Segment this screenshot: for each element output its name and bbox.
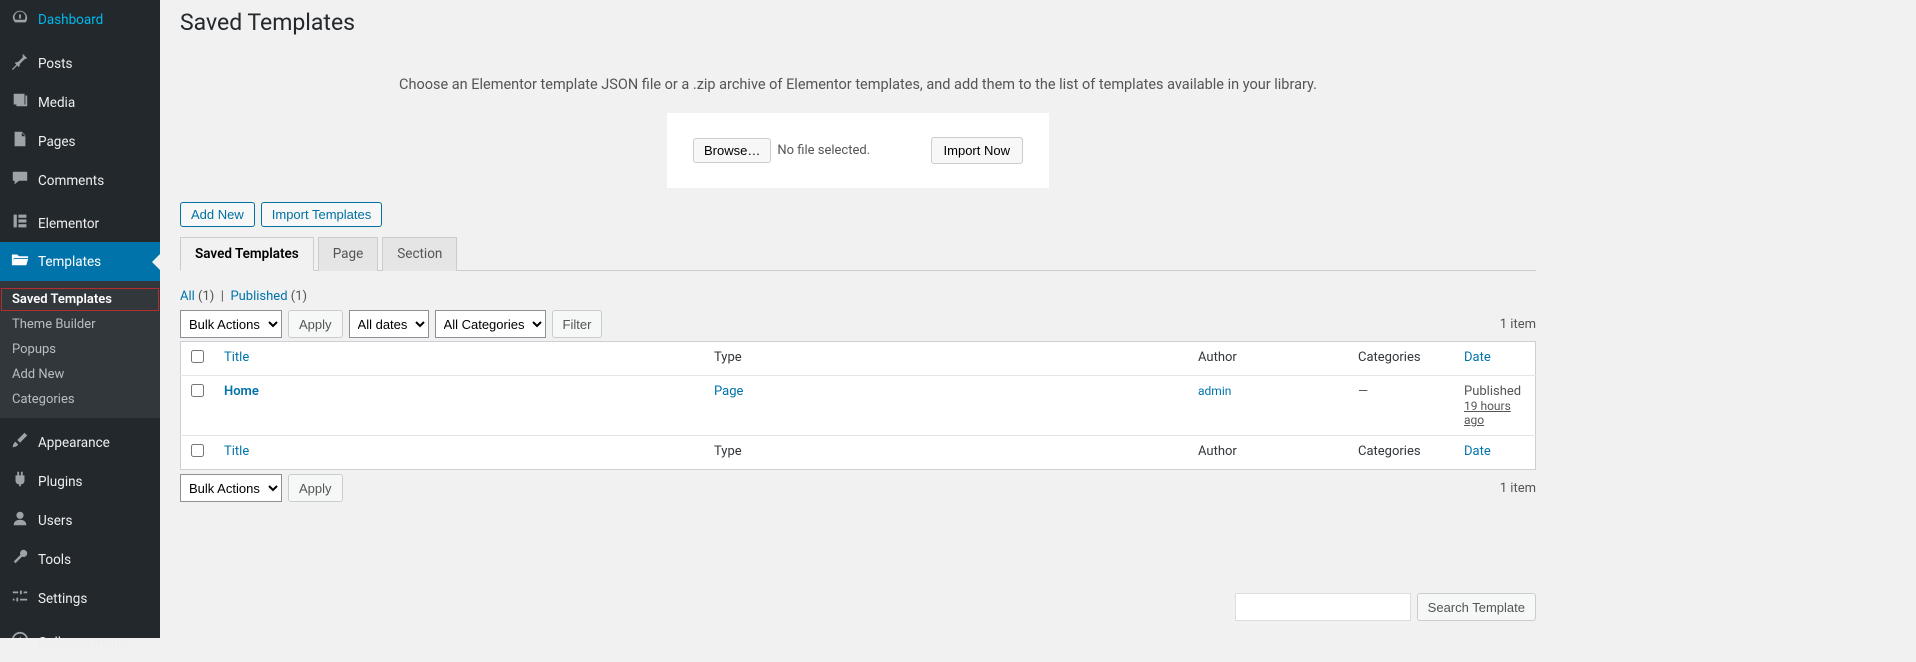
sidebar-label: Dashboard (38, 12, 103, 28)
submenu-popups[interactable]: Popups (0, 337, 160, 362)
templates-table: Title Type Author Categories Date Home P… (180, 341, 1536, 470)
filter-published-count: (1) (291, 289, 307, 304)
sidebar-label: Elementor (38, 216, 99, 232)
col-type-foot: Type (704, 436, 1188, 470)
tab-section[interactable]: Section (382, 237, 457, 271)
col-author: Author (1188, 342, 1348, 376)
item-count-bottom: 1 item (1500, 481, 1536, 496)
col-author-foot: Author (1188, 436, 1348, 470)
import-now-button[interactable]: Import Now (931, 137, 1023, 164)
main-content: Saved Templates Choose an Elementor temp… (160, 0, 1556, 638)
table-row: Home Page admin — Published 19 hours ago (181, 376, 1536, 436)
search-box: Search Template (1235, 593, 1536, 621)
sidebar-item-users[interactable]: Users (0, 501, 160, 540)
col-date[interactable]: Date (1454, 342, 1536, 376)
filter-sep: | (221, 289, 224, 304)
browse-button[interactable]: Browse… (693, 138, 771, 163)
submenu-theme-builder[interactable]: Theme Builder (0, 312, 160, 337)
filter-published[interactable]: Published (230, 289, 287, 304)
apply-button-top[interactable]: Apply (288, 310, 343, 338)
row-author-link[interactable]: admin (1198, 384, 1231, 398)
sidebar-label: Posts (38, 56, 72, 72)
apply-button-bottom[interactable]: Apply (288, 474, 343, 502)
item-count-top: 1 item (1500, 317, 1536, 332)
sidebar-item-settings[interactable]: Settings (0, 579, 160, 618)
tab-page[interactable]: Page (318, 237, 379, 271)
user-icon (10, 509, 30, 532)
sidebar-label: Plugins (38, 474, 83, 490)
col-title-foot[interactable]: Title (214, 436, 704, 470)
date-filter-select[interactable]: All dates (349, 310, 429, 338)
folder-open-icon (10, 250, 30, 273)
action-buttons: Add New Import Templates (180, 202, 1536, 227)
sidebar-submenu: Saved Templates Theme Builder Popups Add… (0, 281, 160, 418)
sidebar-label: Comments (38, 173, 104, 189)
col-categories: Categories (1348, 342, 1454, 376)
col-date-foot[interactable]: Date (1454, 436, 1536, 470)
submenu-saved-templates[interactable]: Saved Templates (0, 287, 160, 312)
page-icon (10, 130, 30, 153)
row-checkbox[interactable] (191, 384, 204, 397)
sidebar-label: Templates (38, 254, 101, 270)
submenu-add-new[interactable]: Add New (0, 362, 160, 387)
sidebar-item-tools[interactable]: Tools (0, 540, 160, 579)
sidebar-label: Pages (38, 134, 76, 150)
media-icon (10, 91, 30, 114)
tab-saved-templates[interactable]: Saved Templates (180, 237, 314, 271)
add-new-button[interactable]: Add New (180, 202, 255, 227)
bulk-actions-select-bottom[interactable]: Bulk Actions (180, 474, 282, 502)
sidebar-label: Tools (38, 552, 71, 568)
admin-sidebar: Dashboard Posts Media Pages Comments Ele… (0, 0, 160, 638)
sidebar-label: Users (38, 513, 72, 529)
import-description: Choose an Elementor template JSON file o… (180, 76, 1536, 93)
sidebar-item-templates[interactable]: Templates (0, 242, 160, 281)
row-type-link[interactable]: Page (714, 384, 743, 399)
submenu-categories[interactable]: Categories (0, 387, 160, 412)
search-button[interactable]: Search Template (1417, 593, 1536, 621)
row-date-relative: 19 hours ago (1464, 399, 1525, 427)
sliders-icon (10, 587, 30, 610)
page-title: Saved Templates (180, 0, 1536, 40)
import-templates-button[interactable]: Import Templates (261, 202, 382, 227)
sidebar-item-pages[interactable]: Pages (0, 122, 160, 161)
filter-button[interactable]: Filter (552, 310, 603, 338)
category-filter-select[interactable]: All Categories (435, 310, 546, 338)
wrench-icon (10, 548, 30, 571)
dashboard-icon (10, 8, 30, 31)
collapse-icon (10, 631, 30, 654)
sidebar-label: Collapse menu (38, 635, 127, 651)
sidebar-item-comments[interactable]: Comments (0, 161, 160, 200)
brush-icon (10, 431, 30, 454)
sidebar-item-plugins[interactable]: Plugins (0, 462, 160, 501)
row-category: — (1358, 384, 1368, 399)
sidebar-item-posts[interactable]: Posts (0, 44, 160, 83)
filter-all[interactable]: All (180, 289, 195, 304)
sidebar-item-collapse[interactable]: Collapse menu (0, 623, 160, 662)
sidebar-label: Settings (38, 591, 87, 607)
sidebar-item-appearance[interactable]: Appearance (0, 423, 160, 462)
search-input[interactable] (1235, 593, 1411, 621)
pin-icon (10, 52, 30, 75)
select-all-top[interactable] (191, 350, 204, 363)
file-selected-label: No file selected. (777, 143, 870, 158)
filter-all-count: (1) (198, 289, 214, 304)
col-title[interactable]: Title (214, 342, 704, 376)
tab-nav: Saved Templates Page Section (180, 237, 1536, 271)
select-all-bottom[interactable] (191, 444, 204, 457)
sidebar-label: Appearance (38, 435, 110, 451)
row-title-link[interactable]: Home (224, 384, 259, 399)
sidebar-item-dashboard[interactable]: Dashboard (0, 0, 160, 39)
row-date-status: Published (1464, 384, 1525, 399)
sidebar-label: Media (38, 95, 75, 111)
comment-icon (10, 169, 30, 192)
sidebar-item-media[interactable]: Media (0, 83, 160, 122)
col-categories-foot: Categories (1348, 436, 1454, 470)
elementor-icon (10, 213, 30, 234)
sidebar-item-elementor[interactable]: Elementor (0, 205, 160, 242)
plug-icon (10, 470, 30, 493)
col-type: Type (704, 342, 1188, 376)
import-box: Browse… No file selected. Import Now (667, 113, 1049, 188)
bulk-actions-select[interactable]: Bulk Actions (180, 310, 282, 338)
status-filter: All (1) | Published (1) (180, 289, 1536, 304)
